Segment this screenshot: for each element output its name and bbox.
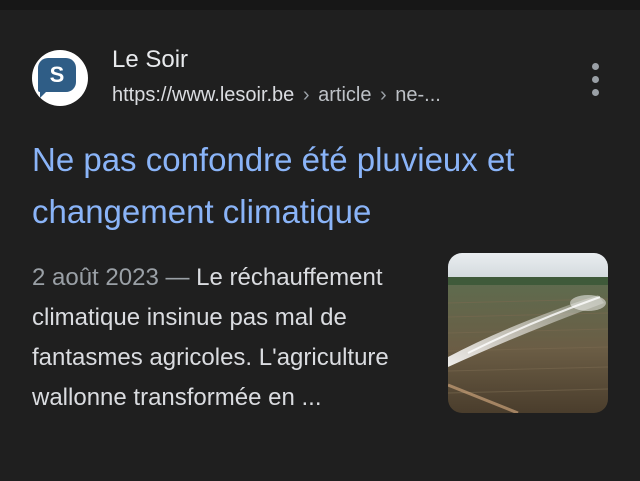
- breadcrumb-separator: ›: [302, 84, 310, 106]
- breadcrumb-part: ne-...: [395, 84, 441, 106]
- menu-dot: [592, 89, 599, 96]
- field-irrigation-sprinkler-image: [448, 253, 608, 413]
- breadcrumb-separator: ›: [380, 84, 387, 106]
- site-favicon[interactable]: S: [32, 50, 88, 106]
- site-name[interactable]: Le Soir: [112, 46, 188, 74]
- favicon-letter: S: [49, 62, 65, 87]
- result-snippet: 2 août 2023 — Le réchauffement climatiqu…: [32, 258, 427, 418]
- snippet-date: 2 août 2023: [32, 264, 159, 291]
- le-soir-logo-icon: S: [38, 58, 76, 98]
- more-options-button[interactable]: [580, 58, 612, 102]
- menu-dot: [592, 63, 599, 70]
- result-title-link[interactable]: Ne pas confondre été pluvieux et changem…: [32, 134, 612, 238]
- result-thumbnail[interactable]: [448, 253, 608, 413]
- menu-dot: [592, 76, 599, 83]
- breadcrumb-part: article: [318, 84, 372, 106]
- breadcrumb-domain: https://www.lesoir.be: [112, 84, 295, 106]
- top-divider: [0, 0, 640, 10]
- snippet-dash: —: [165, 264, 190, 291]
- breadcrumb[interactable]: https://www.lesoir.be › article › ne-...: [112, 84, 441, 107]
